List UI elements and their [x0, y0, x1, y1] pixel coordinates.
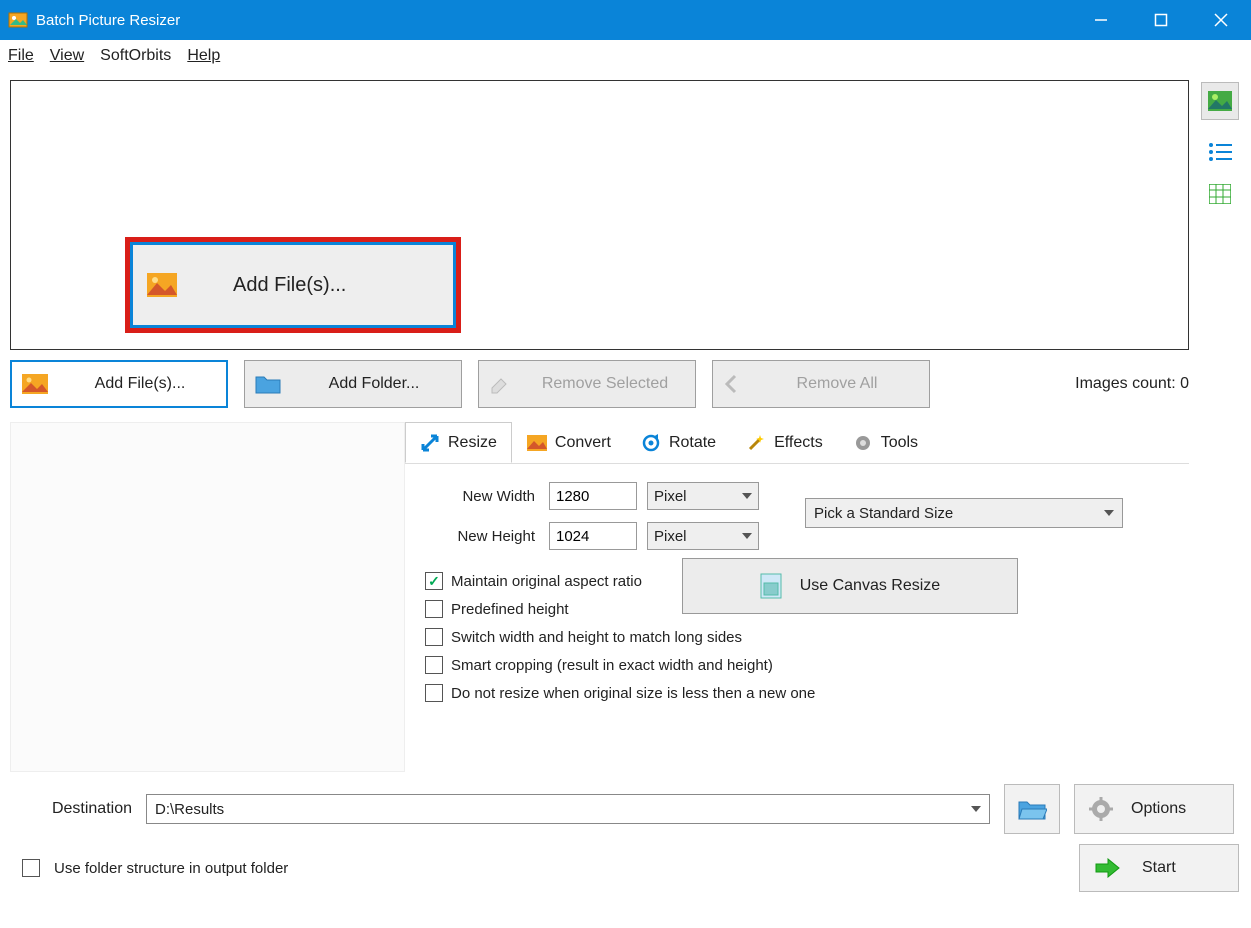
chevron-down-icon	[742, 493, 752, 499]
folder-structure-checkbox[interactable]	[22, 859, 40, 877]
menubar: File View SoftOrbits Help	[0, 40, 1251, 72]
app-title: Batch Picture Resizer	[36, 12, 1071, 29]
destination-input[interactable]: D:\Results	[146, 794, 990, 824]
predef-height-checkbox[interactable]	[425, 600, 443, 618]
tab-effects[interactable]: Effects	[731, 422, 838, 463]
picture-icon	[527, 433, 547, 453]
wand-icon	[746, 433, 766, 453]
width-unit-select[interactable]: Pixel	[647, 482, 759, 510]
aspect-ratio-label: Maintain original aspect ratio	[451, 573, 642, 590]
standard-size-select[interactable]: Pick a Standard Size	[805, 498, 1123, 528]
no-resize-checkbox[interactable]	[425, 684, 443, 702]
new-width-input[interactable]	[549, 482, 637, 510]
picture-icon	[1208, 91, 1232, 111]
remove-selected-label: Remove Selected	[535, 375, 695, 393]
chevron-down-icon	[971, 806, 981, 812]
app-icon	[8, 10, 28, 30]
canvas-icon	[760, 573, 782, 599]
view-grid-button[interactable]	[1201, 184, 1239, 204]
left-empty-pane	[10, 422, 405, 772]
aspect-ratio-checkbox[interactable]	[425, 572, 443, 590]
view-thumb-button[interactable]	[1201, 82, 1239, 120]
destination-label: Destination	[12, 800, 132, 818]
images-count: Images count: 0	[1075, 375, 1189, 393]
tab-rotate[interactable]: Rotate	[626, 422, 731, 463]
grid-icon	[1209, 184, 1231, 204]
canvas-resize-button[interactable]: Use Canvas Resize	[682, 558, 1018, 614]
menu-softorbits[interactable]: SoftOrbits	[100, 47, 171, 65]
browse-folder-button[interactable]	[1004, 784, 1060, 834]
picture-icon	[22, 374, 48, 394]
tab-resize-label: Resize	[448, 434, 497, 452]
bottom-row: Use folder structure in output folder St…	[0, 834, 1251, 892]
folder-open-icon	[1017, 797, 1047, 821]
menu-view[interactable]: View	[50, 47, 84, 65]
close-button[interactable]	[1191, 0, 1251, 40]
tab-tools-label: Tools	[881, 434, 918, 452]
new-height-label: New Height	[423, 528, 535, 545]
new-width-label: New Width	[423, 488, 535, 505]
view-mode-column	[1201, 80, 1239, 772]
tab-effects-label: Effects	[774, 434, 823, 452]
tab-tools[interactable]: Tools	[838, 422, 933, 463]
tab-convert-label: Convert	[555, 434, 611, 452]
start-button[interactable]: Start	[1079, 844, 1239, 892]
folder-icon	[255, 374, 281, 394]
toolbar: Add File(s)... Add Folder... Remove Sele…	[10, 360, 1189, 408]
start-label: Start	[1142, 859, 1176, 877]
tab-resize[interactable]: Resize	[405, 422, 512, 463]
minimize-button[interactable]	[1071, 0, 1131, 40]
tab-convert[interactable]: Convert	[512, 422, 626, 463]
picture-icon	[147, 273, 177, 297]
remove-selected-button[interactable]: Remove Selected	[478, 360, 696, 408]
maximize-button[interactable]	[1131, 0, 1191, 40]
add-file-highlight: Add File(s)...	[125, 237, 461, 333]
canvas-resize-label: Use Canvas Resize	[800, 577, 941, 595]
view-list-button[interactable]	[1201, 142, 1239, 162]
remove-all-button[interactable]: Remove All	[712, 360, 930, 408]
remove-all-label: Remove All	[765, 375, 929, 393]
chevron-down-icon	[1104, 510, 1114, 516]
add-folder-label: Add Folder...	[307, 375, 461, 393]
tab-rotate-label: Rotate	[669, 434, 716, 452]
add-folder-button[interactable]: Add Folder...	[244, 360, 462, 408]
options-button[interactable]: Options	[1074, 784, 1234, 834]
rotate-icon	[641, 433, 661, 453]
tabs: Resize Convert Rotate Effects	[405, 422, 1189, 464]
add-file-big-label: Add File(s)...	[233, 274, 346, 297]
menu-file[interactable]: File	[8, 47, 34, 65]
image-canvas: Add File(s)...	[10, 80, 1189, 350]
folder-structure-label: Use folder structure in output folder	[54, 860, 288, 877]
smart-crop-label: Smart cropping (result in exact width an…	[451, 657, 773, 674]
resize-icon	[420, 433, 440, 453]
gear-icon	[1089, 797, 1113, 821]
chevron-left-icon	[723, 374, 739, 394]
list-icon	[1208, 142, 1232, 162]
height-unit-select[interactable]: Pixel	[647, 522, 759, 550]
add-file-button[interactable]: Add File(s)...	[10, 360, 228, 408]
titlebar: Batch Picture Resizer	[0, 0, 1251, 40]
destination-row: Destination D:\Results Options	[0, 784, 1251, 834]
add-file-big-button[interactable]: Add File(s)...	[130, 242, 456, 328]
window-controls	[1071, 0, 1251, 40]
gear-icon	[853, 433, 873, 453]
eraser-icon	[489, 374, 509, 394]
options-label: Options	[1131, 800, 1186, 818]
new-height-input[interactable]	[549, 522, 637, 550]
chevron-down-icon	[742, 533, 752, 539]
arrow-right-icon	[1094, 858, 1120, 878]
no-resize-label: Do not resize when original size is less…	[451, 685, 815, 702]
menu-help[interactable]: Help	[187, 47, 220, 65]
predef-height-label: Predefined height	[451, 601, 569, 618]
add-file-label: Add File(s)...	[74, 375, 226, 393]
switch-wh-label: Switch width and height to match long si…	[451, 629, 742, 646]
switch-wh-checkbox[interactable]	[425, 628, 443, 646]
smart-crop-checkbox[interactable]	[425, 656, 443, 674]
resize-panel: New Width Pixel New Height Pixel	[405, 464, 1189, 702]
